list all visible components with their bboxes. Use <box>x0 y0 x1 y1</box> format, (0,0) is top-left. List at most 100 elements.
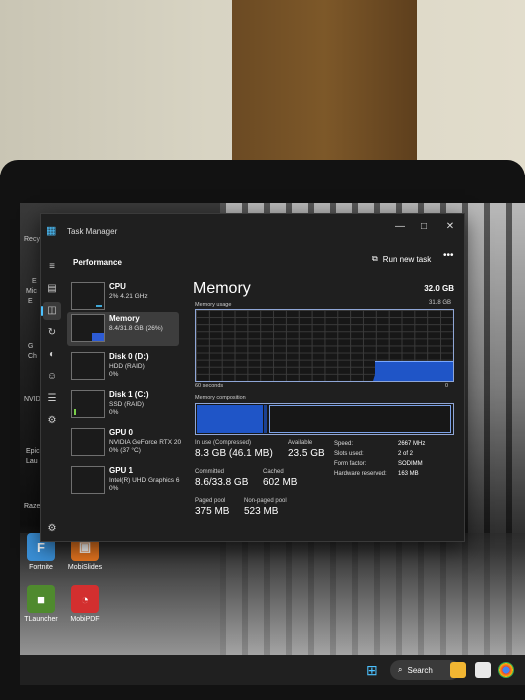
graph-fill <box>375 361 453 381</box>
device-usage: 0% <box>109 409 119 416</box>
device-detail: SSD (RAID) <box>109 401 145 408</box>
memory-composition-label: Memory composition <box>195 395 246 401</box>
device-name: Disk 1 (C:) <box>109 390 149 399</box>
device-name: GPU 1 <box>109 466 134 475</box>
device-detail: Intel(R) UHD Graphics 6 <box>109 477 180 484</box>
page-title: Performance <box>73 258 122 267</box>
paged-pool-label: Paged pool <box>195 498 226 504</box>
minimize-button[interactable]: — <box>389 218 411 236</box>
slots-label: Slots used: <box>334 451 364 457</box>
device-usage: 0% <box>109 485 119 492</box>
device-gpu-1[interactable]: GPU 1 Intel(R) UHD Graphics 6 0% <box>67 464 179 498</box>
door-background <box>232 0 417 160</box>
search-icon: ⌕ <box>398 665 403 674</box>
disk0-thumbnail <box>71 352 105 380</box>
memory-thumbnail <box>71 314 105 342</box>
device-disk-0[interactable]: Disk 0 (D:) HDD (RAID) 0% <box>67 350 179 384</box>
device-usage: 0% (37 °C) <box>109 447 141 454</box>
paged-pool-value: 375 MB <box>195 506 230 517</box>
search-label: Search <box>407 665 433 675</box>
in-use-label: In use (Compressed) <box>195 440 252 446</box>
run-new-task-button[interactable]: ⧉ Run new task <box>372 250 431 268</box>
desktop-icon-tlauncher[interactable]: ■ TLauncher <box>20 585 64 623</box>
task-manager-window: ▦ Task Manager — □ ✕ Performance ⧉ Run n… <box>40 213 465 542</box>
store-icon[interactable] <box>475 662 491 678</box>
device-name: CPU <box>109 282 126 291</box>
memory-title: Memory <box>193 280 251 297</box>
hardware-reserved-value: 163 MB <box>398 471 419 477</box>
gpu0-thumbnail <box>71 428 105 456</box>
settings-gear-icon[interactable]: ⚙ <box>43 520 61 538</box>
cpu-thumbnail <box>71 282 105 310</box>
run-task-icon: ⧉ <box>372 254 378 263</box>
memory-usage-graph <box>195 309 454 382</box>
device-disk-1[interactable]: Disk 1 (C:) SSD (RAID) 0% <box>67 388 179 422</box>
composition-standby <box>269 405 451 433</box>
device-name: Memory <box>109 314 140 323</box>
memory-usage-label: Memory usage <box>195 302 232 308</box>
form-factor-value: SODIMM <box>398 461 423 467</box>
gpu1-thumbnail <box>71 466 105 494</box>
more-options-button[interactable]: ••• <box>443 250 454 261</box>
details-icon[interactable]: ☰ <box>43 390 61 408</box>
maximize-button[interactable]: □ <box>413 218 435 236</box>
cached-label: Cached <box>263 469 284 475</box>
chrome-icon[interactable] <box>498 662 514 678</box>
device-detail: NVIDIA GeForce RTX 20 <box>109 439 182 446</box>
hardware-reserved-label: Hardware reserved: <box>334 471 387 477</box>
desktop-label-partial: NVID <box>24 396 41 403</box>
form-factor-label: Form factor: <box>334 461 367 467</box>
graph-zero-label: 0 <box>445 383 449 389</box>
processes-icon[interactable]: ▤ <box>43 280 61 298</box>
committed-label: Committed <box>195 469 225 475</box>
tlauncher-icon: ■ <box>27 585 55 613</box>
services-icon[interactable]: ⚙ <box>43 412 61 430</box>
close-button[interactable]: ✕ <box>439 218 461 236</box>
desktop-label-partial: Recy <box>24 236 40 243</box>
available-label: Available <box>288 440 313 446</box>
nav-rail: ≡ ▤ ◫ ↻ ◐ ☺ ☰ ⚙ ⚙ <box>41 246 63 539</box>
device-detail: 2% 4.21 GHz <box>109 293 148 300</box>
cached-value: 602 MB <box>263 477 298 488</box>
desktop-label-partial: G <box>28 343 34 350</box>
available-value: 23.5 GB <box>288 448 325 459</box>
memory-total: 32.0 GB <box>424 284 454 293</box>
window-title: Task Manager <box>67 227 118 236</box>
memory-composition-bar <box>195 403 454 435</box>
composition-modified <box>264 405 267 433</box>
app-history-icon[interactable]: ↻ <box>43 324 61 342</box>
committed-value: 8.6/33.8 GB <box>195 477 249 488</box>
speed-value: 2667 MHz <box>398 441 426 447</box>
device-detail: 8.4/31.8 GB (26%) <box>109 325 163 332</box>
device-name: GPU 0 <box>109 428 134 437</box>
nonpaged-pool-label: Non-paged pool <box>244 498 287 504</box>
desktop-icon-label: MobiSlides <box>67 564 103 571</box>
users-icon[interactable]: ☺ <box>43 368 61 386</box>
desktop-icon-label: TLauncher <box>24 616 58 623</box>
desktop-label-partial: Epic <box>26 448 40 455</box>
desktop-label-partial: E <box>28 298 33 305</box>
performance-icon[interactable]: ◫ <box>41 302 61 320</box>
in-use-value: 8.3 GB (46.1 MB) <box>195 448 273 459</box>
desktop-label-partial: Ch <box>28 353 37 360</box>
windows-start-icon[interactable]: ⊞ <box>366 663 380 677</box>
device-memory[interactable]: Memory 8.4/31.8 GB (26%) <box>67 312 179 346</box>
device-gpu-0[interactable]: GPU 0 NVIDIA GeForce RTX 20 0% (37 °C) <box>67 426 182 460</box>
memory-usage-max: 31.8 GB <box>428 300 451 306</box>
desktop-icon-label: MobiPDF <box>70 616 100 623</box>
title-bar[interactable]: ▦ Task Manager — □ ✕ <box>41 214 464 246</box>
startup-apps-icon[interactable]: ◐ <box>43 346 61 364</box>
device-cpu[interactable]: CPU 2% 4.21 GHz <box>67 280 179 314</box>
hamburger-menu-icon[interactable]: ≡ <box>43 258 61 276</box>
desktop-label-partial: E <box>32 278 37 285</box>
desktop-icon-mobipdf[interactable]: ◔ MobiPDF <box>62 585 108 623</box>
file-explorer-icon[interactable] <box>450 662 466 678</box>
nonpaged-pool-value: 523 MB <box>244 506 279 517</box>
device-detail: HDD (RAID) <box>109 363 145 370</box>
disk1-thumbnail <box>71 390 105 418</box>
composition-in-use <box>197 405 263 433</box>
slots-value: 2 of 2 <box>398 451 414 457</box>
mobipdf-icon: ◔ <box>71 585 99 613</box>
desktop-label-partial: Lau <box>26 458 38 465</box>
device-name: Disk 0 (D:) <box>109 352 149 361</box>
